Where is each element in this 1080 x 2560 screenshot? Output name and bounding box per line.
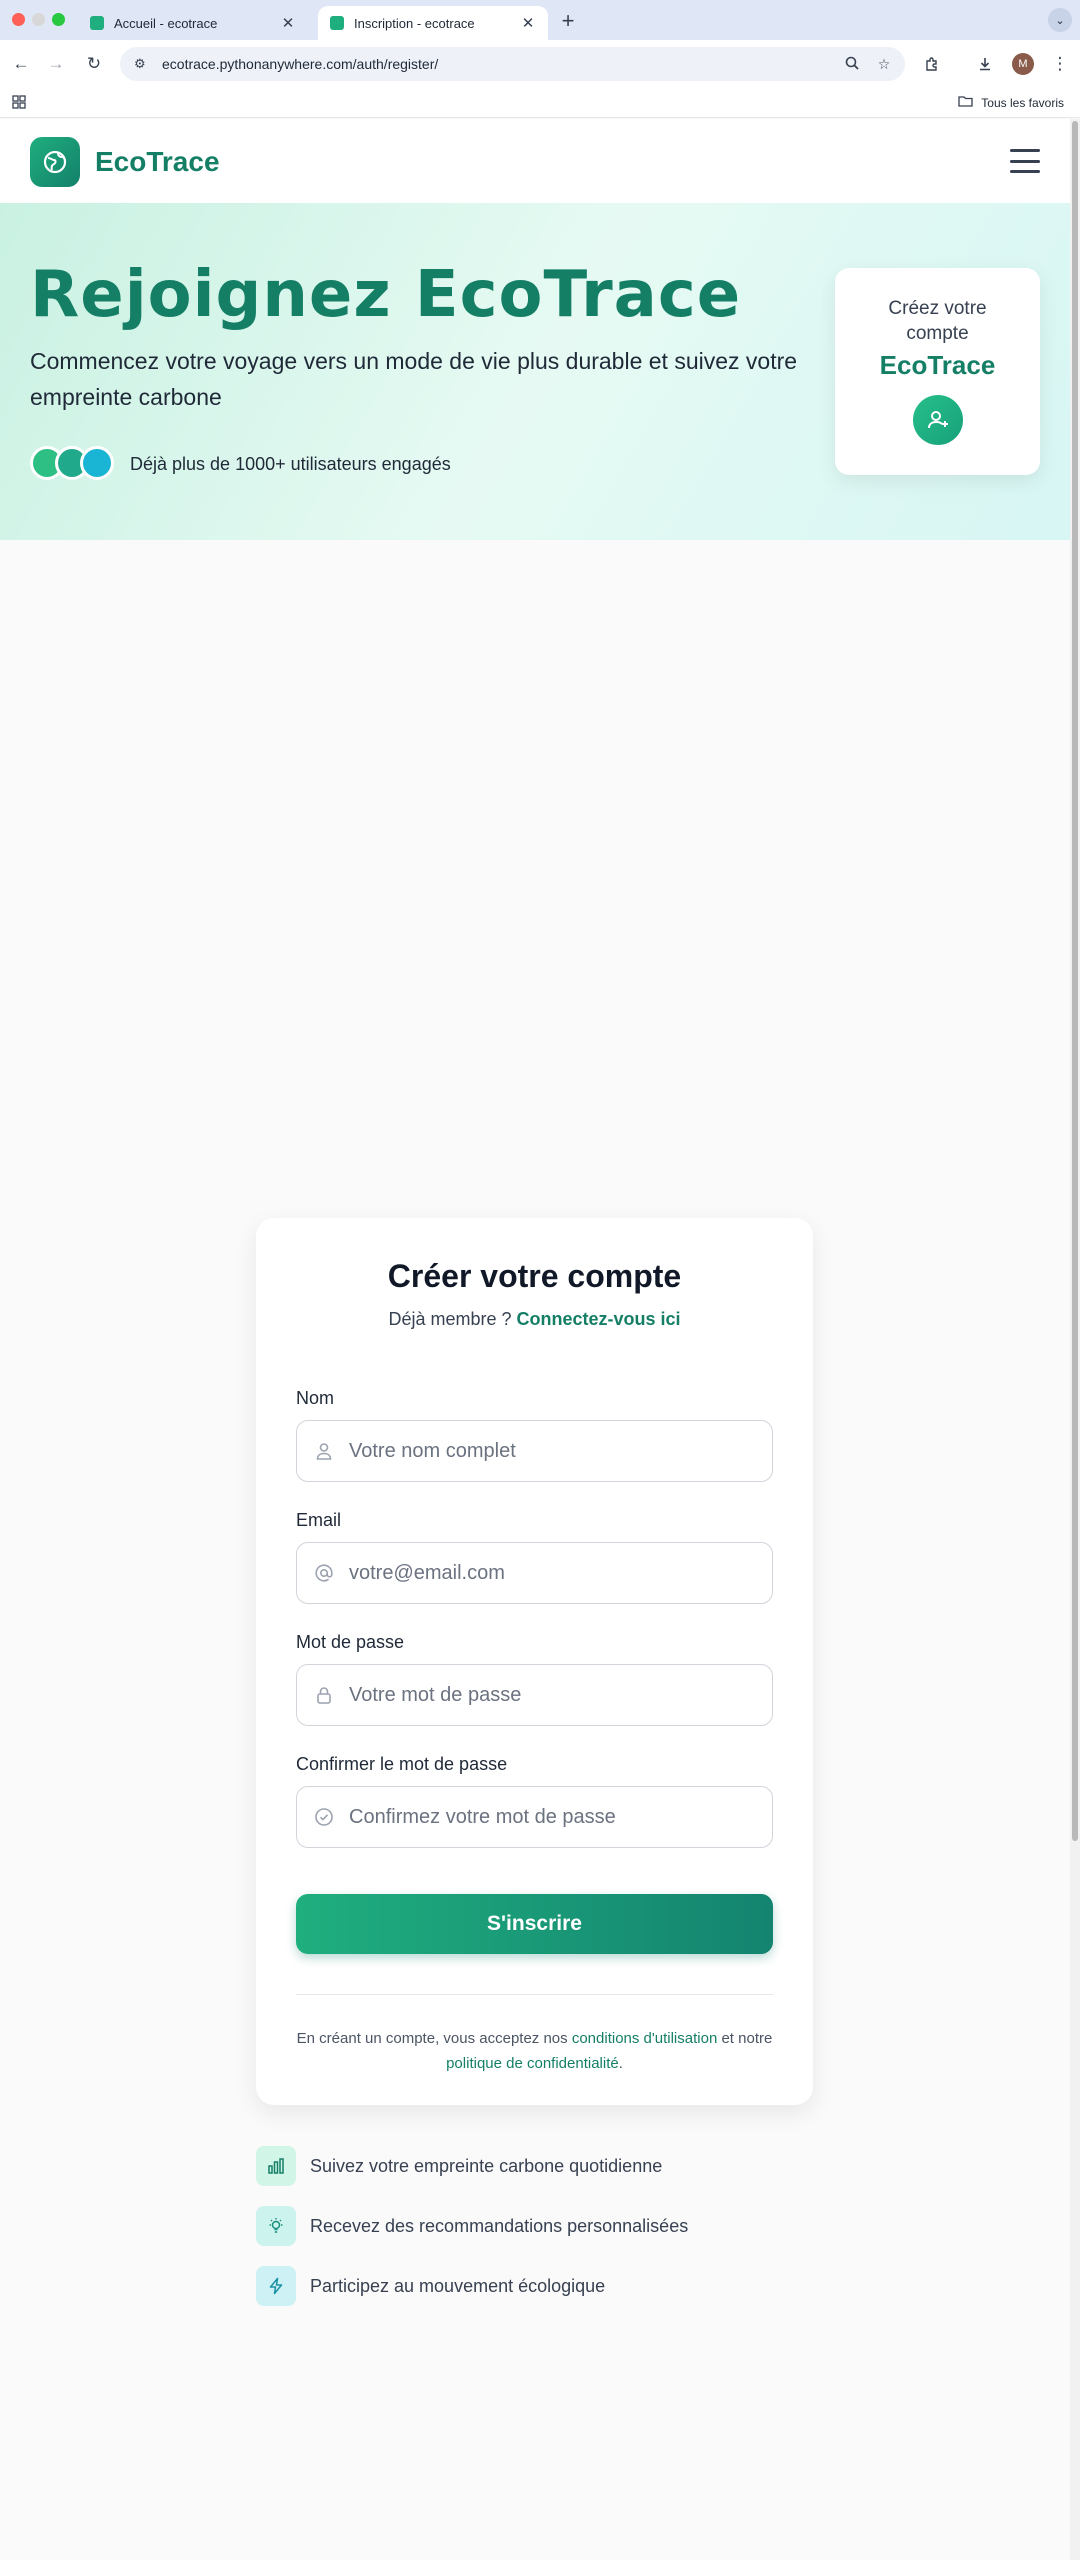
- name-label: Nom: [296, 1388, 335, 1408]
- login-prompt: Déjà membre ? Connectez-vous ici: [256, 1309, 813, 1330]
- divider: [296, 1994, 773, 1995]
- hero-section: Rejoignez EcoTrace Commencez votre voyag…: [0, 203, 1070, 540]
- close-tab-icon[interactable]: ✕: [280, 14, 296, 32]
- email-field[interactable]: votre@email.com: [296, 1542, 773, 1604]
- lightning-icon: [256, 2266, 296, 2306]
- user-plus-icon[interactable]: [912, 395, 963, 445]
- tab-title: Inscription - ecotrace: [354, 15, 475, 31]
- browser-tab-bar: Accueil - ecotrace ✕ Inscription - ecotr…: [0, 0, 1080, 40]
- tab-accueil[interactable]: Accueil - ecotrace ✕: [78, 6, 308, 40]
- email-placeholder: votre@email.com: [349, 1561, 505, 1584]
- create-account-text: Créez votre compte: [888, 298, 987, 344]
- browser-toolbar: ← → ↻ ⚙ ecotrace.pythonanywhere.com/auth…: [0, 40, 1080, 88]
- menu-icon[interactable]: ⋮: [1048, 52, 1072, 76]
- user-icon: [313, 1440, 335, 1462]
- scrollbar-thumb[interactable]: [1072, 121, 1078, 1841]
- hero-subtitle: Commencez votre voyage vers un mode de v…: [30, 348, 798, 410]
- register-form-card: Créer votre compte Déjà membre ? Connect…: [256, 1218, 813, 2105]
- terms-part1: En créant un compte, vous acceptez nos: [296, 2030, 568, 2047]
- star-icon[interactable]: ☆: [873, 56, 895, 73]
- bar-chart-icon: [256, 2146, 296, 2186]
- terms-of-use-link[interactable]: conditions d'utilisation: [572, 2030, 717, 2047]
- name-field[interactable]: Votre nom complet: [296, 1420, 773, 1482]
- confirm-password-label: Confirmer le mot de passe: [296, 1754, 508, 1774]
- feature-item-tracking: Suivez votre empreinte carbone quotidien…: [256, 2146, 662, 2186]
- new-tab-icon[interactable]: +: [558, 8, 578, 34]
- tab-title: Accueil - ecotrace: [114, 15, 218, 31]
- login-link[interactable]: Connectez-vous ici: [517, 1309, 681, 1329]
- register-button[interactable]: S'inscrire: [296, 1894, 773, 1954]
- confirm-password-placeholder: Confirmez votre mot de passe: [349, 1805, 616, 1828]
- password-field[interactable]: Votre mot de passe: [296, 1664, 773, 1726]
- reload-icon[interactable]: ↻: [82, 52, 106, 76]
- at-icon: [313, 1562, 335, 1584]
- feature-item-recommendations: Recevez des recommandations personnalisé…: [256, 2206, 688, 2246]
- avatar: [80, 446, 114, 480]
- create-account-brand: EcoTrace: [879, 350, 996, 380]
- minimize-window-icon[interactable]: [32, 13, 45, 26]
- users-count-text: Déjà plus de 1000+ utilisateurs engagés: [130, 454, 451, 474]
- close-tab-icon[interactable]: ✕: [520, 14, 536, 32]
- terms-part3: .: [618, 2055, 623, 2072]
- tab-search-icon[interactable]: ⌄: [1048, 8, 1072, 32]
- name-placeholder: Votre nom complet: [349, 1439, 516, 1462]
- confirm-password-field[interactable]: Confirmez votre mot de passe: [296, 1786, 773, 1848]
- apps-icon[interactable]: [12, 95, 26, 112]
- download-icon[interactable]: [973, 52, 997, 76]
- tab-inscription[interactable]: Inscription - ecotrace ✕: [318, 6, 548, 40]
- leaf-globe-icon[interactable]: [30, 137, 80, 187]
- zoom-icon[interactable]: [841, 56, 863, 73]
- profile-avatar[interactable]: M: [1012, 53, 1034, 75]
- form-title: Créer votre compte: [387, 1258, 682, 1294]
- password-label: Mot de passe: [296, 1632, 405, 1652]
- close-window-icon[interactable]: [12, 13, 25, 26]
- site-info-icon[interactable]: ⚙: [134, 56, 150, 72]
- hero-title: Rejoignez EcoTrace: [30, 258, 742, 332]
- forward-icon[interactable]: →: [44, 52, 68, 76]
- site-header: EcoTrace: [0, 119, 1070, 203]
- privacy-policy-link[interactable]: politique de confidentialité: [446, 2055, 619, 2072]
- feature-text: Suivez votre empreinte carbone quotidien…: [310, 2155, 663, 2176]
- address-bar[interactable]: ⚙ ecotrace.pythonanywhere.com/auth/regis…: [120, 47, 905, 81]
- favicon-icon: [90, 16, 104, 30]
- all-bookmarks-button[interactable]: Tous les favoris: [958, 95, 1064, 110]
- maximize-window-icon[interactable]: [52, 13, 65, 26]
- hamburger-icon[interactable]: [1010, 149, 1040, 173]
- user-avatars: [30, 446, 115, 480]
- login-prompt-text: Déjà membre ?: [388, 1309, 512, 1329]
- terms-part2: et notre: [721, 2030, 773, 2047]
- email-label: Email: [296, 1510, 342, 1530]
- url-text[interactable]: ecotrace.pythonanywhere.com/auth/registe…: [162, 56, 841, 72]
- terms-text: En créant un compte, vous acceptez nos c…: [296, 2026, 773, 2076]
- lock-icon: [313, 1684, 335, 1706]
- password-placeholder: Votre mot de passe: [349, 1683, 522, 1706]
- create-account-card: Créez votre compte EcoTrace: [835, 268, 1040, 475]
- bookmarks-bar: Tous les favoris: [0, 88, 1080, 118]
- lightbulb-icon: [256, 2206, 296, 2246]
- check-circle-icon: [313, 1806, 335, 1828]
- feature-text: Recevez des recommandations personnalisé…: [310, 2215, 689, 2236]
- all-bookmarks-label: Tous les favoris: [981, 95, 1064, 110]
- feature-item-movement: Participez au mouvement écologique: [256, 2266, 605, 2306]
- folder-icon: [958, 95, 973, 110]
- favicon-icon: [330, 16, 344, 30]
- feature-text: Participez au mouvement écologique: [310, 2275, 606, 2296]
- brand-name[interactable]: EcoTrace: [95, 146, 220, 178]
- extensions-icon[interactable]: [920, 52, 944, 76]
- back-icon[interactable]: ←: [9, 52, 33, 76]
